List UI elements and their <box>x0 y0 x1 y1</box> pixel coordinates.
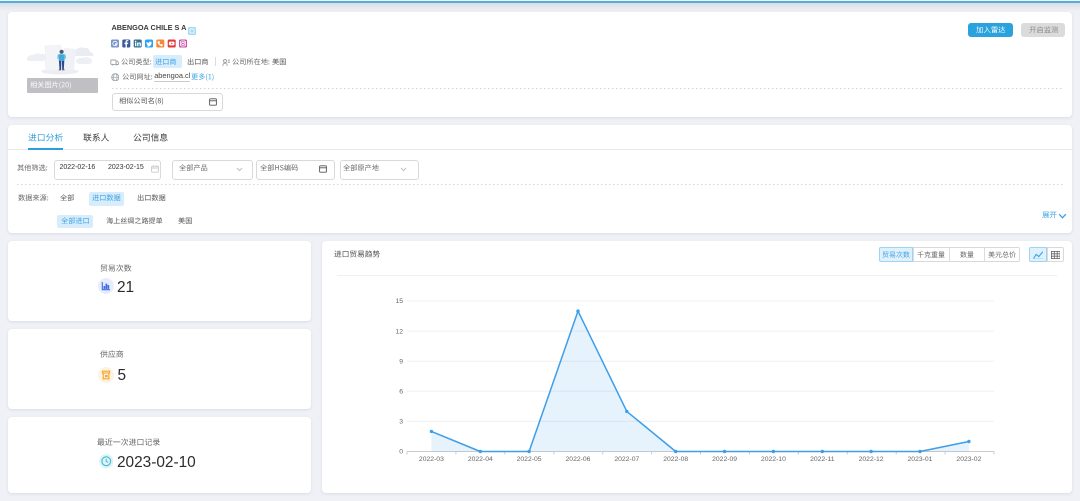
svg-text:2023-02: 2023-02 <box>956 456 981 463</box>
svg-text:2023-01: 2023-01 <box>908 456 933 463</box>
svg-text:2022-07: 2022-07 <box>614 456 639 463</box>
svg-text:2022-09: 2022-09 <box>712 456 737 463</box>
svg-text:9: 9 <box>399 358 403 365</box>
svg-text:2022-08: 2022-08 <box>663 456 688 463</box>
svg-text:2022-12: 2022-12 <box>859 456 884 463</box>
svg-text:15: 15 <box>395 298 403 305</box>
svg-text:2022-04: 2022-04 <box>468 456 493 463</box>
svg-text:3: 3 <box>399 419 403 426</box>
svg-text:2022-05: 2022-05 <box>517 456 542 463</box>
svg-text:2022-03: 2022-03 <box>419 456 444 463</box>
svg-text:12: 12 <box>395 328 403 335</box>
svg-text:2022-06: 2022-06 <box>566 456 591 463</box>
svg-text:2022-11: 2022-11 <box>810 456 835 463</box>
svg-text:0: 0 <box>399 449 403 456</box>
svg-text:6: 6 <box>399 389 403 396</box>
svg-text:2022-10: 2022-10 <box>761 456 786 463</box>
